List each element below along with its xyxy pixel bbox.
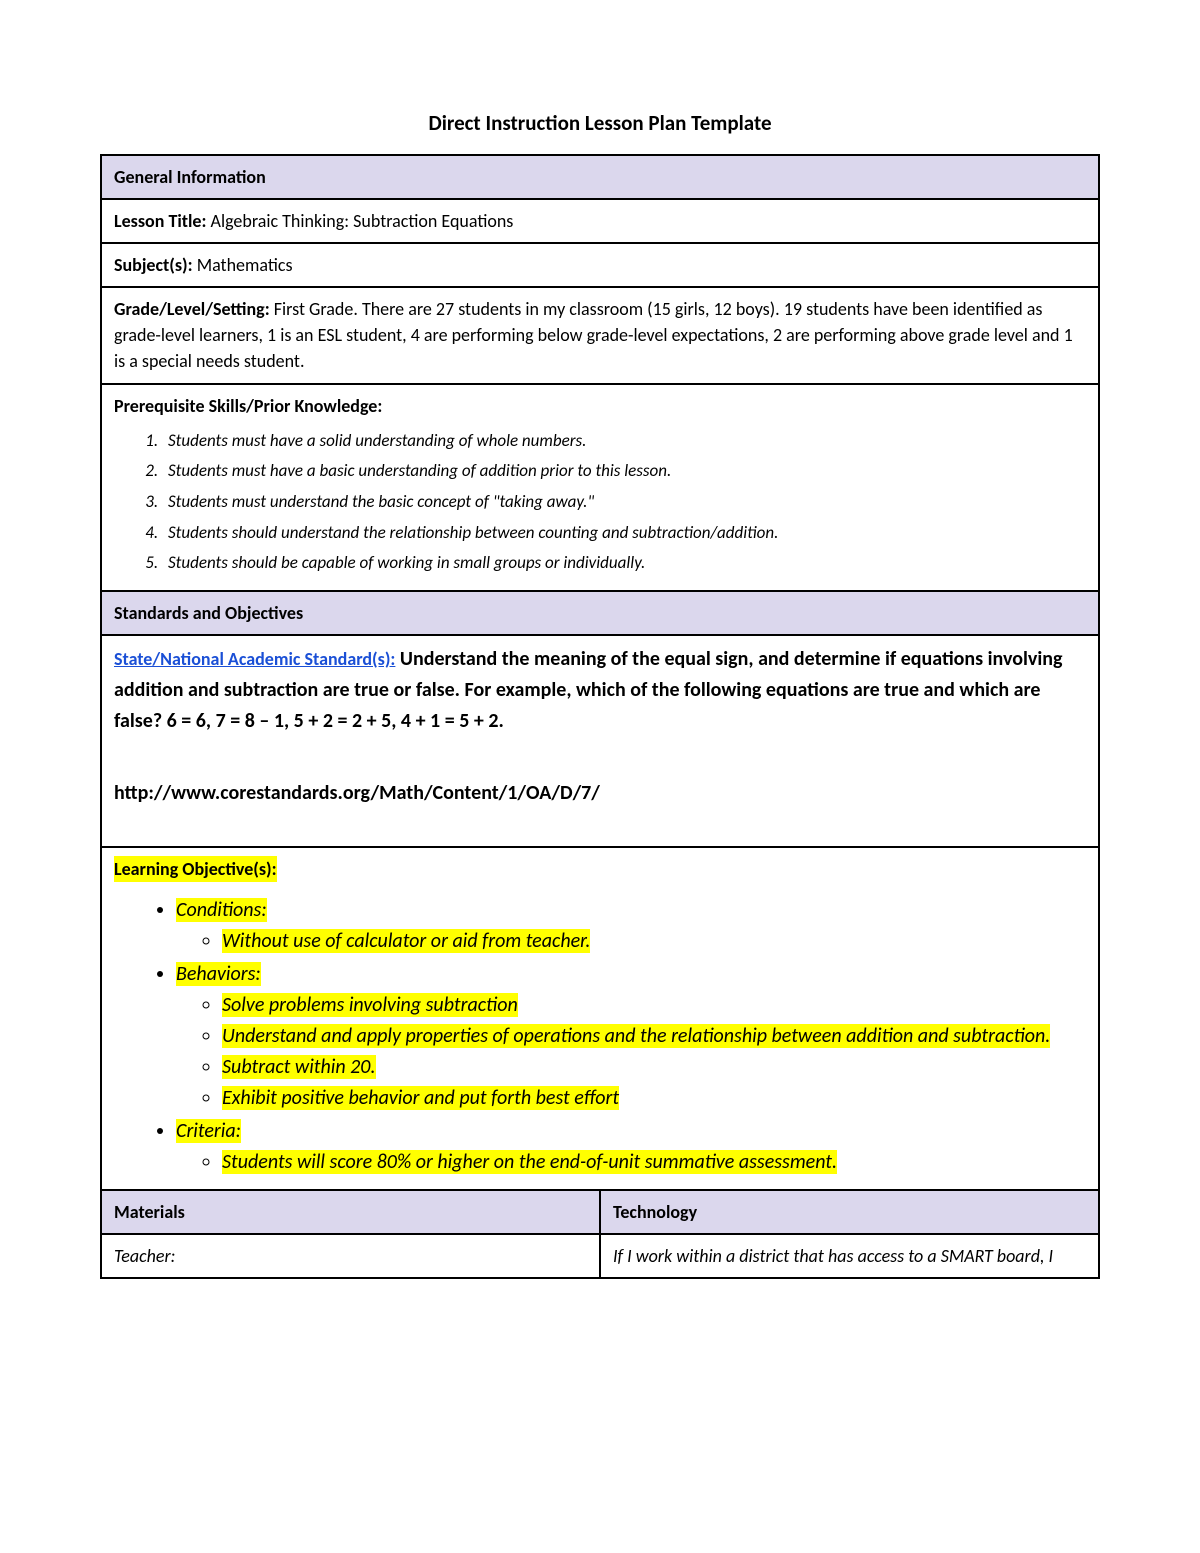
prereq-item: Students must have a basic understanding… (162, 459, 1086, 484)
objective-group: Conditions: Without use of calculator or… (176, 896, 1086, 956)
row-prereq: Prerequisite Skills/Prior Knowledge: Stu… (101, 384, 1099, 591)
standards-url: http://www.corestandards.org/Math/Conten… (114, 779, 1086, 808)
objective-item: Subtract within 20. (222, 1053, 1086, 1082)
prereq-item: Students should understand the relations… (162, 521, 1086, 546)
section-header-standards: Standards and Objectives (101, 591, 1099, 635)
value-lesson-title: Algebraic Thinking: Subtraction Equation… (206, 210, 513, 232)
section-header-general: General Information (101, 155, 1099, 199)
label-teacher: Teacher: (114, 1245, 175, 1267)
label-learning-objectives: Learning Objective(s): (114, 856, 277, 882)
label-lesson-title: Lesson Title: (114, 210, 206, 232)
prereq-item: Students must understand the basic conce… (162, 490, 1086, 515)
section-header-technology: Technology (600, 1190, 1099, 1234)
row-subject: Subject(s): Mathematics (101, 243, 1099, 287)
document-title: Direct Instruction Lesson Plan Template (100, 110, 1100, 136)
label-subject: Subject(s): (114, 254, 193, 276)
row-grade: Grade/Level/Setting: First Grade. There … (101, 287, 1099, 383)
section-header-materials: Materials (101, 1190, 600, 1234)
materials-teacher-cell: Teacher: (101, 1234, 600, 1278)
objective-item: Without use of calculator or aid from te… (222, 927, 1086, 956)
value-subject: Mathematics (193, 254, 293, 276)
objective-item: Understand and apply properties of opera… (222, 1022, 1086, 1051)
label-grade: Grade/Level/Setting: (114, 298, 270, 320)
objective-label: Criteria: (176, 1119, 241, 1143)
objective-item: Students will score 80% or higher on the… (222, 1148, 1086, 1177)
objective-items: Without use of calculator or aid from te… (176, 927, 1086, 956)
row-learning-objectives: Learning Objective(s): Conditions: Witho… (101, 847, 1099, 1190)
objective-label: Conditions: (176, 898, 267, 922)
row-lesson-title: Lesson Title: Algebraic Thinking: Subtra… (101, 199, 1099, 243)
objective-items: Solve problems involving subtraction Und… (176, 991, 1086, 1113)
objective-group: Behaviors: Solve problems involving subt… (176, 960, 1086, 1113)
objective-label: Behaviors: (176, 962, 261, 986)
prereq-item: Students should be capable of working in… (162, 551, 1086, 576)
label-prereq: Prerequisite Skills/Prior Knowledge: (114, 395, 382, 417)
objective-item: Solve problems involving subtraction (222, 991, 1086, 1020)
prereq-list: Students must have a solid understanding… (114, 429, 1086, 576)
objective-item: Exhibit positive behavior and put forth … (222, 1084, 1086, 1113)
technology-body-cell: If I work within a district that has acc… (600, 1234, 1099, 1278)
document-page: Direct Instruction Lesson Plan Template … (0, 0, 1200, 1553)
objective-items: Students will score 80% or higher on the… (176, 1148, 1086, 1177)
prereq-item: Students must have a solid understanding… (162, 429, 1086, 454)
objective-group: Criteria: Students will score 80% or hig… (176, 1117, 1086, 1177)
row-standards: State/National Academic Standard(s): Und… (101, 635, 1099, 847)
lesson-plan-table: General Information Lesson Title: Algebr… (100, 154, 1100, 1279)
objectives-list: Conditions: Without use of calculator or… (114, 896, 1086, 1177)
standards-link[interactable]: State/National Academic Standard(s): (114, 648, 395, 670)
